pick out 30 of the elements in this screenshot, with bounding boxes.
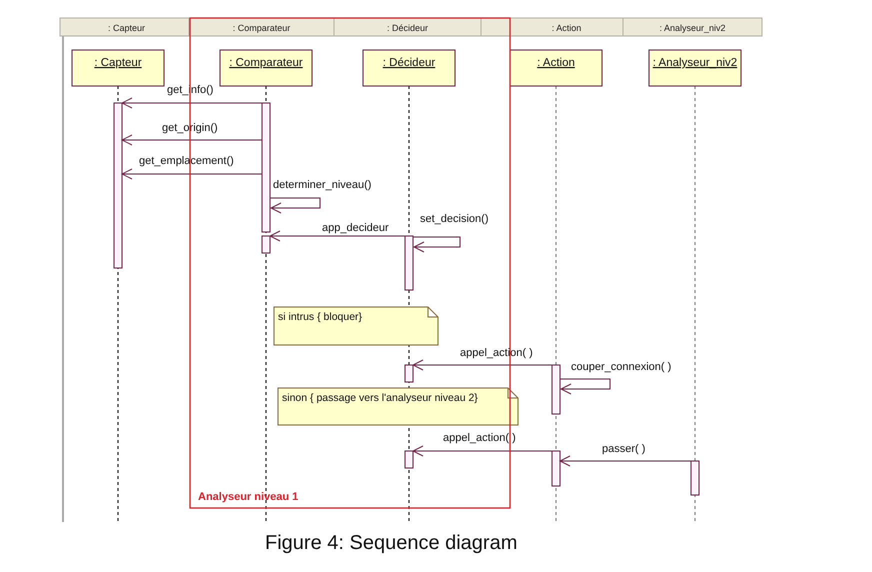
activation-bar	[262, 236, 270, 254]
figure-caption: Figure 4: Sequence diagram	[265, 532, 518, 555]
object-name: : Capteur	[94, 57, 142, 69]
message-label: determiner_niveau()	[273, 179, 372, 191]
object-name: : Décideur	[382, 57, 436, 69]
object-name: : Comparateur	[229, 57, 303, 69]
message-label: app_decideur	[322, 222, 389, 234]
message-label: appel_action( )	[443, 432, 516, 444]
activation-bar	[404, 450, 414, 468]
activation-bar	[404, 236, 414, 290]
activation-bar	[552, 364, 560, 414]
frame-label: Analyseur niveau 1	[198, 491, 298, 503]
note-text: sinon { passage vers l'analyseur niveau 2}	[282, 392, 478, 404]
activation-bar	[552, 450, 560, 486]
activation-bar	[404, 364, 414, 382]
self-message-arrow	[270, 198, 320, 214]
self-message-arrow	[560, 378, 610, 394]
message-label: couper_connexion( )	[571, 361, 672, 373]
column-header-label: : Décideur	[386, 23, 428, 33]
note-text: si intrus { bloquer}	[278, 311, 362, 323]
self-message-arrow	[412, 236, 460, 252]
object-name: : Action	[537, 57, 575, 69]
column-header-label: : Analyseur_niv2	[659, 23, 726, 33]
message-label: passer( )	[602, 443, 646, 455]
message-label: set_decision()	[420, 213, 488, 225]
activation-bar	[690, 460, 700, 496]
column-header-label: : Action	[552, 23, 582, 33]
column-header-label: : Capteur	[108, 23, 146, 33]
object-name: : Analyseur_niv2	[652, 57, 738, 69]
column-header-label: : Comparateur	[232, 23, 290, 33]
